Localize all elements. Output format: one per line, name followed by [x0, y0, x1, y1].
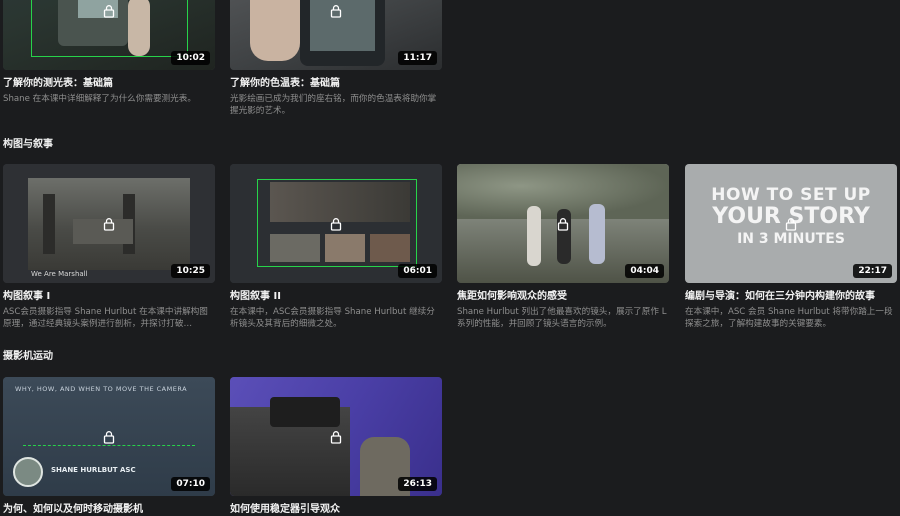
lesson-description: 光影绘画已成为我们的座右铭，而你的色温表将助你掌握光影的艺术。	[230, 94, 437, 116]
lock-icon	[103, 217, 115, 231]
thumbnail-caption: We Are Marshall	[31, 270, 88, 278]
lesson-title[interactable]: 了解你的色温表：基础篇	[230, 77, 442, 90]
lesson-description: 在本课中，ASC会员摄影指导 Shane Hurlbut 继续分析镜头及其背后的…	[230, 307, 435, 329]
duration-badge: 06:01	[398, 264, 437, 278]
lock-icon	[103, 430, 115, 444]
lesson-title[interactable]: 了解你的测光表：基础篇	[3, 77, 215, 90]
lesson-description: Shane Hurlbut 列出了他最喜欢的镜头，展示了原作 L 系列的性能，并…	[457, 307, 667, 329]
lesson-title[interactable]: 为何、如何以及何时移动摄影机	[3, 503, 215, 516]
lesson-card[interactable]: We Are Marshall 10:25 构图叙事 I ASC会员摄影指导 S…	[3, 164, 215, 330]
lock-icon	[330, 430, 342, 444]
duration-badge: 10:02	[171, 51, 210, 65]
duration-badge: 07:10	[171, 477, 210, 491]
lesson-thumbnail[interactable]: 06:01	[230, 164, 442, 283]
thumbnail-headline: HOW TO SET UP	[711, 185, 871, 205]
section-title: 构图与叙事	[3, 139, 53, 150]
lock-icon	[557, 217, 569, 231]
lesson-title[interactable]: 构图叙事 II	[230, 290, 442, 303]
lesson-description: ASC会员摄影指导 Shane Hurlbut 在本课中讲解构图原理，通过经典镜…	[3, 307, 208, 329]
lock-icon	[330, 4, 342, 18]
duration-badge: 26:13	[398, 477, 437, 491]
lesson-thumbnail[interactable]: HOW TO SET UP YOUR STORY IN 3 MINUTES 22…	[685, 164, 897, 283]
lesson-description: Shane 在本课中详细解释了为什么你需要测光表。	[3, 94, 196, 104]
lock-icon	[785, 217, 797, 231]
duration-badge: 10:25	[171, 264, 210, 278]
lesson-title[interactable]: 构图叙事 I	[3, 290, 215, 303]
lesson-title[interactable]: 如何使用稳定器引导观众	[230, 503, 442, 516]
lesson-card[interactable]: 10:02 了解你的测光表：基础篇 Shane 在本课中详细解释了为什么你需要测…	[3, 0, 215, 117]
lesson-thumbnail[interactable]: WHY, HOW, AND WHEN TO MOVE THE CAMERA SH…	[3, 377, 215, 496]
lock-icon	[330, 217, 342, 231]
lesson-title[interactable]: 编剧与导演：如何在三分钟内构建你的故事	[685, 290, 897, 303]
section-title: 摄影机运动	[3, 351, 53, 362]
lesson-card[interactable]: 04:04 焦距如何影响观众的感受 Shane Hurlbut 列出了他最喜欢的…	[457, 164, 669, 330]
duration-badge: 11:17	[398, 51, 437, 65]
lesson-thumbnail[interactable]: 04:04	[457, 164, 669, 283]
lesson-card[interactable]: 26:13 如何使用稳定器引导观众	[230, 377, 442, 516]
duration-badge: 04:04	[625, 264, 664, 278]
lesson-thumbnail[interactable]: 26:13	[230, 377, 442, 496]
lesson-card[interactable]: 11:17 了解你的色温表：基础篇 光影绘画已成为我们的座右铭，而你的色温表将助…	[230, 0, 442, 117]
lesson-title[interactable]: 焦距如何影响观众的感受	[457, 290, 669, 303]
lock-icon	[103, 4, 115, 18]
duration-badge: 22:17	[853, 264, 892, 278]
thumbnail-headline: WHY, HOW, AND WHEN TO MOVE THE CAMERA	[15, 385, 188, 393]
lesson-description: 在本课中，ASC 会员 Shane Hurlbut 将带你踏上一段探索之旅，了解…	[685, 307, 893, 329]
lesson-card[interactable]: HOW TO SET UP YOUR STORY IN 3 MINUTES 22…	[685, 164, 897, 330]
lesson-thumbnail[interactable]: We Are Marshall 10:25	[3, 164, 215, 283]
thumbnail-name: SHANE HURLBUT ASC	[51, 466, 136, 474]
lesson-card[interactable]: WHY, HOW, AND WHEN TO MOVE THE CAMERA SH…	[3, 377, 215, 516]
thumbnail-headline: IN 3 MINUTES	[737, 231, 845, 247]
lesson-thumbnail[interactable]: 11:17	[230, 0, 442, 70]
lesson-card[interactable]: 06:01 构图叙事 II 在本课中，ASC会员摄影指导 Shane Hurlb…	[230, 164, 442, 330]
lesson-thumbnail[interactable]: 10:02	[3, 0, 215, 70]
